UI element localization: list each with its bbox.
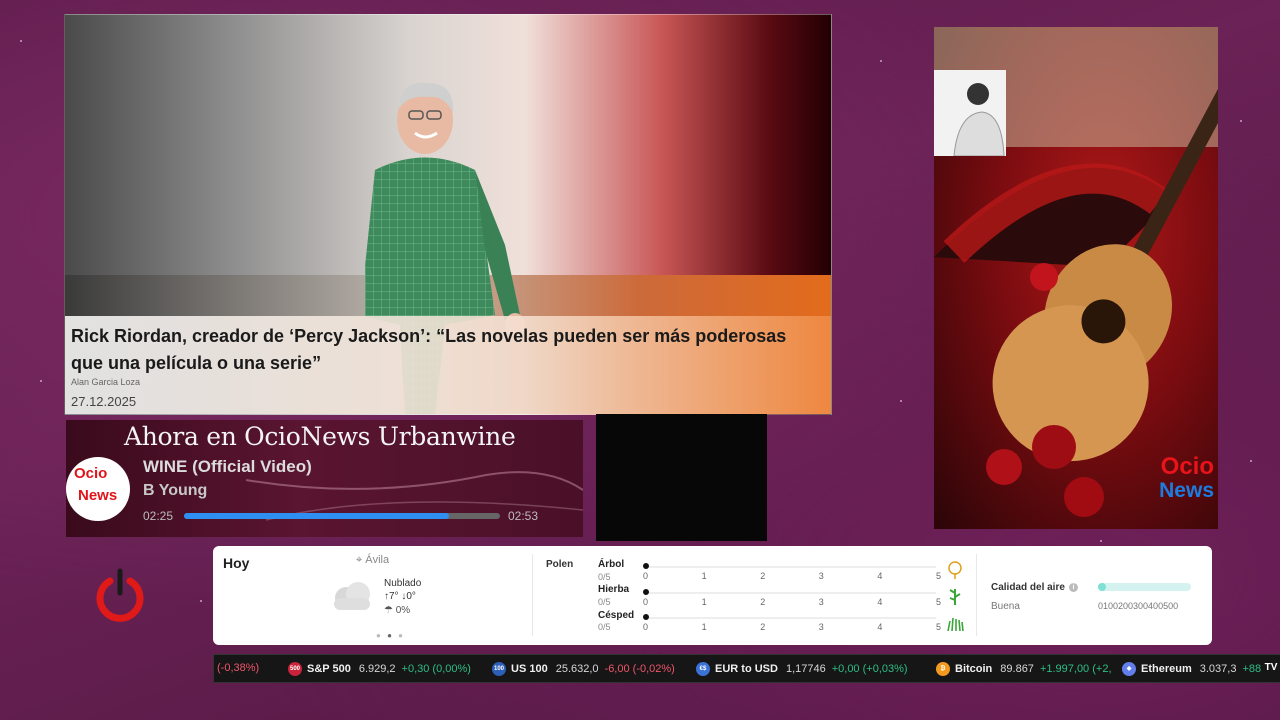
promo-poster[interactable]: Ocio News — [934, 27, 1218, 529]
info-icon[interactable]: i — [1068, 582, 1078, 592]
ticker-item[interactable]: ◆ Ethereum 3.037,3 +88 — [1122, 662, 1272, 676]
weather-location[interactable]: ⌖ Ávila — [356, 554, 389, 567]
ticker-price: 3.037,3 — [1199, 662, 1237, 675]
ticker-item[interactable]: 100 US 100 25.632,0 -6,00 (-0,02%) — [492, 662, 675, 676]
track-progress-bar[interactable] — [184, 513, 500, 519]
ticker-price: 25.632,0 — [555, 662, 599, 675]
divider — [532, 554, 533, 636]
power-icon — [96, 568, 144, 622]
total-time: 02:53 — [508, 509, 539, 523]
host-photo — [934, 70, 1006, 157]
ticker-price: 1,17746 — [785, 662, 826, 675]
pollen-weed-label: Hierba — [598, 584, 630, 595]
current-time: 02:25 — [143, 509, 174, 523]
pollen-tree-ticks: 012345 — [643, 571, 941, 581]
featured-news-card[interactable]: Rick Riordan, creador de ‘Percy Jackson’… — [64, 14, 832, 415]
air-quality-scale: 0100200300400500 — [1098, 601, 1179, 611]
ticker-item[interactable]: ₿ Bitcoin 89.867 +1.997,00 (+2, — [936, 662, 1126, 676]
currency-pair-icon: €$ — [696, 662, 710, 676]
ticker-change: -6,00 (-0,02%) — [604, 662, 675, 675]
track-progress-fill — [184, 513, 450, 519]
pollen-weed-track — [646, 592, 936, 594]
logo-text-bottom: News — [78, 487, 118, 504]
location-pin-icon: ⌖ — [356, 554, 363, 566]
pollen-tree-label: Árbol — [598, 559, 625, 570]
ticker-item[interactable]: €$ EUR to USD 1,17746 +0,00 (+0,03%) — [696, 662, 908, 676]
track-title: WINE (Official Video) — [143, 457, 312, 476]
ethereum-icon: ◆ — [1122, 662, 1136, 676]
poster-brand-bottom: News — [1159, 479, 1214, 502]
pollen-weed-ticks: 012345 — [643, 597, 941, 607]
sp500-icon: 500 — [288, 662, 302, 676]
weather-precip: ☂ 0% — [384, 605, 410, 616]
ticker-item[interactable]: (-0,38%) — [217, 662, 259, 674]
weather-day-label: Hoy — [223, 555, 250, 571]
pollen-weed-score: 0/5 — [598, 597, 611, 607]
precip-value: 0% — [395, 605, 411, 616]
ticker-price: 89.867 — [1000, 662, 1034, 675]
ticker-change: +0,30 (0,00%) — [401, 662, 471, 675]
ticker-change: +88 — [1242, 662, 1262, 675]
track-artist: B Young — [143, 482, 208, 499]
poster-brand: Ocio News — [1159, 455, 1214, 503]
now-playing-header: Ahora en OcioNews Urbanwine — [124, 422, 516, 451]
weather-location-name: Ávila — [365, 554, 390, 566]
news-author: Alan Garcia Loza — [71, 377, 141, 387]
weather-temps: ↑7° ↓0° — [384, 591, 416, 602]
pollen-grass-marker — [643, 614, 649, 620]
logo-text-top: Ocio — [74, 465, 108, 482]
grass-icon — [947, 617, 964, 631]
now-playing-panel: Ahora en OcioNews Urbanwine Ocio News WI… — [66, 420, 583, 537]
ticker-name: Ethereum — [1141, 662, 1192, 675]
ticker-name: EUR to USD — [715, 662, 778, 675]
bitcoin-icon: ₿ — [936, 662, 950, 676]
pollen-tree-score: 0/5 — [598, 572, 611, 582]
station-logo: Ocio News — [66, 457, 130, 521]
ticker-change: +1.997,00 (+2, — [1039, 662, 1112, 675]
news-date: 27.12.2025 — [71, 394, 137, 409]
ticker-item[interactable]: 500 S&P 500 6.929,2 +0,30 (0,00%) — [288, 662, 471, 676]
cloud-icon — [334, 582, 370, 610]
ticker-name: S&P 500 — [307, 662, 351, 675]
tree-icon — [948, 561, 962, 579]
ticker-price: 6.929,2 — [358, 662, 396, 675]
pollen-grass-ticks: 012345 — [643, 622, 941, 632]
pollen-tree-track — [646, 566, 936, 568]
pollen-label: Polen — [546, 559, 574, 570]
video-placeholder — [596, 414, 767, 541]
pollen-grass-score: 0/5 — [598, 622, 611, 632]
ticker-name: US 100 — [511, 662, 548, 675]
divider — [976, 554, 977, 636]
air-quality-label: Calidad del aire i — [991, 582, 1078, 593]
ticker-change: +0,00 (+0,03%) — [831, 662, 908, 675]
weather-condition: Nublado — [384, 578, 422, 589]
air-quality-value: Buena — [991, 601, 1020, 612]
temp-low: 0° — [406, 591, 416, 602]
ticker-name: Bitcoin — [955, 662, 993, 675]
pollen-tree-marker — [643, 563, 649, 569]
umbrella-icon: ☂ — [384, 605, 393, 616]
weather-widget: Hoy ⌖ Ávila Nublado ↑7° ↓0° ☂ 0% ● ● ● P… — [213, 546, 1212, 645]
air-quality-bar — [1098, 583, 1191, 591]
us100-icon: 100 — [492, 662, 506, 676]
ticker-change: (-0,38%) — [217, 662, 260, 674]
air-quality-bar-fill — [1098, 583, 1106, 591]
pollen-weed-marker — [643, 589, 649, 595]
temp-high: 7° — [389, 591, 399, 602]
carousel-dots[interactable]: ● ● ● — [376, 631, 405, 640]
pollen-grass-label: Césped — [598, 610, 635, 621]
pollen-grass-track — [646, 617, 936, 619]
tradingview-logo[interactable]: TV — [1261, 658, 1280, 678]
weed-icon — [949, 589, 961, 605]
power-button[interactable] — [94, 567, 146, 623]
poster-brand-top: Ocio — [1160, 453, 1214, 480]
market-ticker[interactable]: (-0,38%) 500 S&P 500 6.929,2 +0,30 (0,00%) … — [213, 654, 1280, 683]
news-headline[interactable]: Rick Riordan, creador de ‘Percy Jackson’… — [71, 323, 811, 377]
